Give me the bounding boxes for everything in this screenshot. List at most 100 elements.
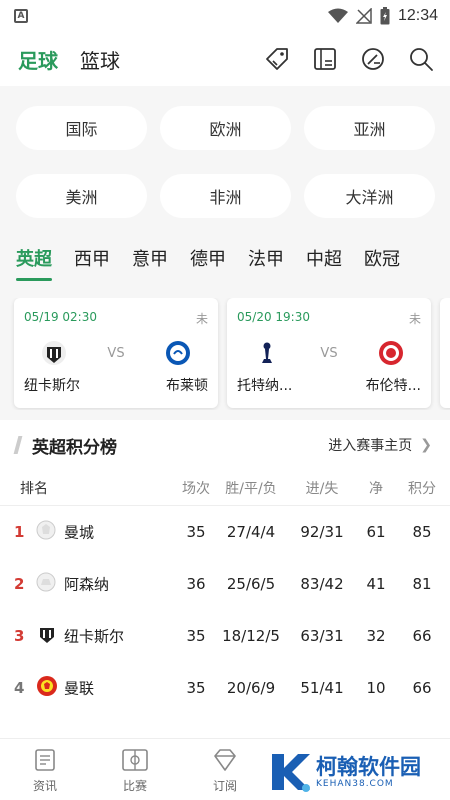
played: 36 [186, 575, 206, 593]
man-city-crest-icon [36, 520, 56, 544]
nav-subscribe-label: 订阅 [212, 779, 237, 793]
away-team: 布伦特... [365, 378, 421, 394]
region-asia[interactable]: 亚洲 [304, 106, 435, 150]
region-africa[interactable]: 非洲 [160, 174, 291, 218]
notebook-icon[interactable] [312, 46, 338, 72]
tottenham-crest-icon [262, 342, 272, 363]
wifi-icon [327, 8, 348, 23]
battery-icon [380, 7, 390, 25]
newcastle-crest-icon [42, 341, 66, 365]
tab-football[interactable]: 足球 [18, 45, 58, 74]
match-time: 05/20 19:30 [237, 310, 310, 324]
team-name: 纽卡斯尔 [64, 627, 125, 646]
arsenal-crest-icon [36, 572, 56, 596]
col-diff: 净 [369, 480, 383, 497]
goals: 92/31 [300, 523, 344, 541]
table-row[interactable]: 2 阿森纳 36 25/6/5 83/42 41 81 [0, 558, 450, 610]
brighton-crest-icon [166, 341, 190, 365]
tab-ligue-1[interactable]: 法甲 [248, 245, 284, 271]
home-team: 纽卡斯尔 [24, 378, 80, 394]
points: 66 [412, 679, 432, 697]
app-notification-icon: A [14, 9, 28, 23]
rank: 3 [14, 627, 25, 645]
goals: 83/42 [300, 575, 344, 593]
wdl: 20/6/9 [226, 679, 276, 697]
pitch-icon [122, 749, 148, 771]
tab-bundesliga[interactable]: 德甲 [190, 245, 226, 271]
standings-title: 英超积分榜 [32, 437, 117, 458]
watermark-text: 柯翰软件园 [316, 755, 421, 779]
team-name: 阿森纳 [64, 575, 110, 594]
tag-icon[interactable] [264, 46, 290, 72]
region-europe[interactable]: 欧洲 [160, 106, 291, 150]
nav-subscribe[interactable]: 订阅 [180, 739, 270, 800]
region-international[interactable]: 国际 [16, 106, 147, 150]
points: 81 [412, 575, 432, 593]
diff: 10 [366, 679, 386, 697]
away-team: 布莱顿 [166, 378, 208, 394]
rank: 4 [14, 679, 25, 697]
chevron-right-icon: ❯ [420, 437, 432, 453]
nav-news-label: 资讯 [32, 779, 57, 793]
league-tabs: 英超 西甲 意甲 德甲 法甲 中超 欧冠 [0, 228, 450, 288]
tab-premier-league[interactable]: 英超 [16, 245, 52, 281]
table-row[interactable]: 4 曼联 35 20/6/9 51/41 10 66 [0, 662, 450, 714]
tab-serie-a[interactable]: 意甲 [132, 245, 168, 271]
tab-champions-league[interactable]: 欧冠 [364, 245, 400, 271]
gauge-icon[interactable] [360, 46, 386, 72]
watermark-url: KEHAN38.COM [316, 779, 394, 789]
match-card-partial[interactable] [440, 298, 450, 408]
col-goals: 进/失 [305, 480, 339, 497]
tab-csl[interactable]: 中超 [306, 245, 342, 271]
col-rank: 排名 [20, 480, 48, 497]
section-marker [13, 436, 23, 454]
status-bar: A 12:34 [0, 0, 450, 32]
no-signal-icon [355, 8, 372, 24]
rank: 2 [14, 575, 25, 593]
wdl: 18/12/5 [222, 627, 280, 645]
match-card[interactable]: 05/19 02:30 未 VS 纽卡斯尔 布莱顿 [14, 298, 218, 408]
region-grid: 国际 欧洲 亚洲 美洲 非洲 大洋洲 [0, 86, 450, 228]
match-card[interactable]: 05/20 19:30 未 VS 托特纳... 布伦特... [227, 298, 431, 408]
news-icon [35, 749, 55, 771]
vs-label: VS [320, 345, 338, 361]
table-row[interactable]: 3 纽卡斯尔 35 18/12/5 63/31 32 66 [0, 610, 450, 662]
nav-news[interactable]: 资讯 [0, 739, 90, 800]
match-status: 未 [195, 312, 208, 326]
table-row[interactable]: 1 曼城 35 27/4/4 92/31 61 85 [0, 506, 450, 558]
app-header: 足球 篮球 [0, 32, 450, 86]
diff: 61 [366, 523, 386, 541]
nav-matches-label: 比赛 [122, 779, 147, 793]
brentford-crest-icon [379, 341, 403, 365]
tab-basketball[interactable]: 篮球 [80, 45, 120, 74]
points: 85 [412, 523, 432, 541]
rank: 1 [14, 523, 25, 541]
match-carousel[interactable]: 05/19 02:30 未 VS 纽卡斯尔 布莱顿 05/20 19:30 未 … [0, 298, 450, 410]
diamond-icon [214, 749, 236, 771]
col-wdl: 胜/平/负 [225, 480, 277, 497]
man-utd-crest-icon [36, 675, 58, 701]
diff: 41 [366, 575, 386, 593]
tab-la-liga[interactable]: 西甲 [74, 245, 110, 271]
col-played: 场次 [182, 480, 210, 497]
region-america[interactable]: 美洲 [16, 174, 147, 218]
region-oceania[interactable]: 大洋洲 [304, 174, 435, 218]
team-name: 曼城 [64, 523, 95, 542]
played: 35 [186, 523, 206, 541]
goals: 51/41 [300, 679, 344, 697]
played: 35 [186, 627, 206, 645]
site-watermark: 柯翰软件园 KEHAN38.COM [268, 748, 438, 796]
match-time: 05/19 02:30 [24, 310, 97, 324]
played: 35 [186, 679, 206, 697]
goals: 63/31 [300, 627, 344, 645]
diff: 32 [366, 627, 386, 645]
search-icon[interactable] [408, 46, 434, 72]
match-status: 未 [408, 312, 421, 326]
nav-matches[interactable]: 比赛 [90, 739, 180, 800]
clock: 12:34 [397, 7, 438, 24]
home-team: 托特纳... [237, 378, 293, 394]
team-name: 曼联 [64, 679, 95, 698]
newcastle-crest-icon [36, 623, 58, 649]
col-points: 积分 [408, 480, 436, 497]
league-home-link[interactable]: 进入赛事主页 ❯ [328, 435, 432, 455]
